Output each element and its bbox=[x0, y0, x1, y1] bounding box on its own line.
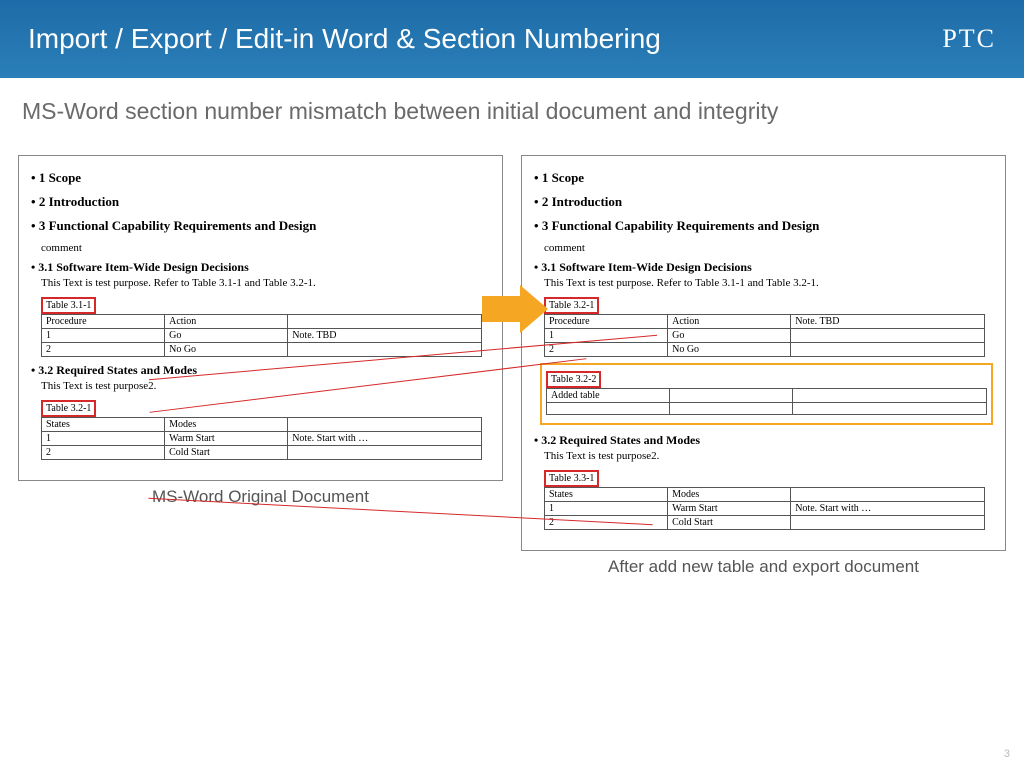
right-doc-caption: After add new table and export document bbox=[521, 557, 1006, 577]
right-doc-column: 1 Scope 2 Introduction 3 Functional Capa… bbox=[521, 155, 1006, 577]
page-number: 3 bbox=[1004, 748, 1010, 760]
table-322-added: Added table bbox=[546, 388, 987, 415]
table-311: ProcedureAction 1GoNote. TBD 2No Go bbox=[41, 314, 482, 357]
heading-scope: 1 Scope bbox=[31, 170, 490, 186]
document-compare-row: 1 Scope 2 Introduction 3 Functional Capa… bbox=[18, 155, 1006, 577]
table-caption-311: Table 3.1-1 bbox=[41, 297, 96, 314]
comment-text: comment bbox=[544, 242, 993, 254]
heading-31: 3.1 Software Item-Wide Design Decisions bbox=[31, 260, 490, 275]
table-321-shifted: ProcedureActionNote. TBD 1Go 2No Go bbox=[544, 314, 985, 357]
para-32: This Text is test purpose2. bbox=[41, 380, 490, 392]
comment-text: comment bbox=[41, 242, 490, 254]
para-32: This Text is test purpose2. bbox=[544, 450, 993, 462]
left-doc-column: 1 Scope 2 Introduction 3 Functional Capa… bbox=[18, 155, 503, 577]
ptc-logo: PTC bbox=[942, 24, 996, 54]
right-doc-panel: 1 Scope 2 Introduction 3 Functional Capa… bbox=[521, 155, 1006, 551]
slide-title: Import / Export / Edit-in Word & Section… bbox=[28, 23, 661, 55]
heading-func: 3 Functional Capability Requirements and… bbox=[31, 218, 490, 234]
heading-32: 3.2 Required States and Modes bbox=[31, 363, 490, 378]
para-31: This Text is test purpose. Refer to Tabl… bbox=[41, 277, 490, 289]
heading-intro: 2 Introduction bbox=[31, 194, 490, 210]
heading-31: 3.1 Software Item-Wide Design Decisions bbox=[534, 260, 993, 275]
heading-intro: 2 Introduction bbox=[534, 194, 993, 210]
heading-func: 3 Functional Capability Requirements and… bbox=[534, 218, 993, 234]
arrow-icon bbox=[482, 285, 554, 333]
table-caption-321: Table 3.2-1 bbox=[41, 400, 96, 417]
slide-header: Import / Export / Edit-in Word & Section… bbox=[0, 0, 1024, 78]
heading-scope: 1 Scope bbox=[534, 170, 993, 186]
para-31: This Text is test purpose. Refer to Tabl… bbox=[544, 277, 993, 289]
table-caption-331-shifted: Table 3.3-1 bbox=[544, 470, 599, 487]
table-caption-322: Table 3.2-2 bbox=[546, 371, 601, 388]
slide-subtitle: MS-Word section number mismatch between … bbox=[22, 98, 1024, 125]
heading-32: 3.2 Required States and Modes bbox=[534, 433, 993, 448]
table-331-shifted: StatesModes 1Warm StartNote. Start with … bbox=[544, 487, 985, 530]
added-table-highlight: Table 3.2-2 Added table bbox=[540, 363, 993, 425]
left-doc-panel: 1 Scope 2 Introduction 3 Functional Capa… bbox=[18, 155, 503, 481]
table-321: StatesModes 1Warm StartNote. Start with … bbox=[41, 417, 482, 460]
